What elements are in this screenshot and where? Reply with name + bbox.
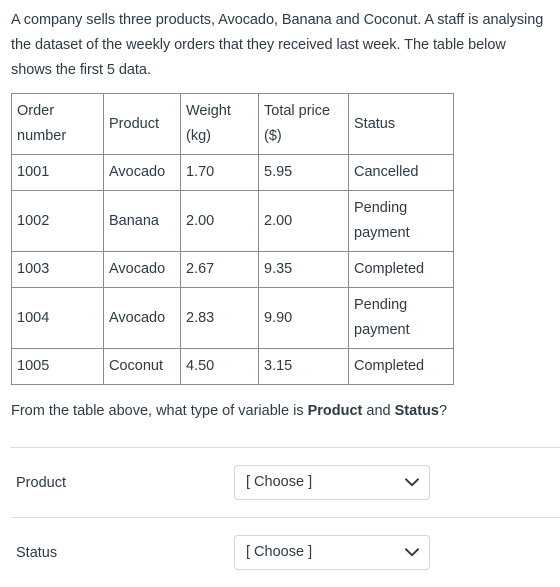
answer-label-status: Status xyxy=(16,544,58,561)
cell-weight: 2.67 xyxy=(180,251,259,288)
answer-select-shell-product: [ Choose ] xyxy=(234,465,430,500)
cell-product: Avocado xyxy=(103,154,181,191)
table-row: 1004 Avocado 2.83 9.90 Pending payment xyxy=(11,287,454,349)
cell-product: Coconut xyxy=(103,348,181,385)
cell-weight: 4.50 xyxy=(180,348,259,385)
column-header-total-price: Total price ($) xyxy=(258,93,349,155)
answer-select-status[interactable]: [ Choose ] xyxy=(234,535,430,570)
cell-order-number: 1002 xyxy=(11,190,104,252)
cell-order-number: 1004 xyxy=(11,287,104,349)
cell-order-number: 1003 xyxy=(11,251,104,288)
answer-label-product: Product xyxy=(16,474,66,491)
answer-select-shell-status: [ Choose ] xyxy=(234,535,430,570)
table-header-row: Order number Product Weight (kg) Total p… xyxy=(11,93,454,155)
followup-text-prefix: From the table above, what type of varia… xyxy=(11,403,308,419)
data-table-container: Order number Product Weight (kg) Total p… xyxy=(0,83,560,385)
cell-total-price: 3.15 xyxy=(258,348,349,385)
cell-status: Pending payment xyxy=(348,190,454,252)
cell-weight: 2.83 xyxy=(180,287,259,349)
quiz-question-page: A company sells three products, Avocado,… xyxy=(0,0,560,570)
cell-status: Cancelled xyxy=(348,154,454,191)
table-row: 1003 Avocado 2.67 9.35 Completed xyxy=(11,251,454,288)
cell-product: Avocado xyxy=(103,287,181,349)
followup-text-middle: and xyxy=(362,403,395,419)
cell-order-number: 1005 xyxy=(11,348,104,385)
cell-weight: 1.70 xyxy=(180,154,259,191)
cell-status: Pending payment xyxy=(348,287,454,349)
column-header-status: Status xyxy=(348,93,454,155)
followup-bold-status: Status xyxy=(394,403,439,419)
column-header-product: Product xyxy=(103,93,181,155)
question-stem: A company sells three products, Avocado,… xyxy=(11,12,544,78)
cell-status: Completed xyxy=(348,251,454,288)
table-head: Order number Product Weight (kg) Total p… xyxy=(11,93,454,155)
table-body: 1001 Avocado 1.70 5.95 Cancelled 1002 Ba… xyxy=(11,154,454,385)
followup-bold-product: Product xyxy=(307,403,363,419)
answer-section: Product [ Choose ] Status [ Choose ] xyxy=(0,424,560,587)
cell-status: Completed xyxy=(348,348,454,385)
orders-table: Order number Product Weight (kg) Total p… xyxy=(11,93,454,385)
table-row: 1002 Banana 2.00 2.00 Pending payment xyxy=(11,190,454,252)
answer-row-product: Product [ Choose ] xyxy=(11,447,560,517)
column-header-weight: Weight (kg) xyxy=(180,93,259,155)
answer-select-product[interactable]: [ Choose ] xyxy=(234,465,430,500)
followup-question: From the table above, what type of varia… xyxy=(0,385,560,424)
cell-product: Avocado xyxy=(103,251,181,288)
table-row: 1005 Coconut 4.50 3.15 Completed xyxy=(11,348,454,385)
cell-total-price: 9.90 xyxy=(258,287,349,349)
table-row: 1001 Avocado 1.70 5.95 Cancelled xyxy=(11,154,454,191)
answer-row-status: Status [ Choose ] xyxy=(11,517,560,587)
cell-order-number: 1001 xyxy=(11,154,104,191)
cell-product: Banana xyxy=(103,190,181,252)
cell-weight: 2.00 xyxy=(180,190,259,252)
cell-total-price: 9.35 xyxy=(258,251,349,288)
column-header-order-number: Order number xyxy=(11,93,104,155)
followup-text-suffix: ? xyxy=(438,403,448,419)
cell-total-price: 5.95 xyxy=(258,154,349,191)
cell-total-price: 2.00 xyxy=(258,190,349,252)
